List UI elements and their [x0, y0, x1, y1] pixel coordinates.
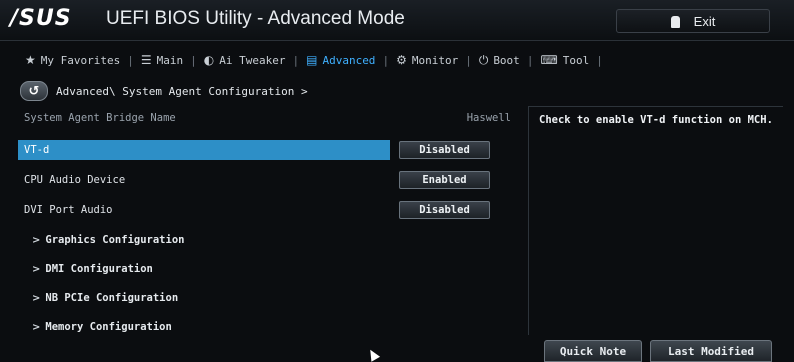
main-nav: ★ My Favorites | ☰ Main | ◐ Ai Tweaker |… — [18, 48, 776, 72]
last-modified-button[interactable]: Last Modified — [650, 340, 772, 362]
advanced-icon: ▤ — [306, 53, 318, 67]
cpu-audio-dropdown[interactable]: Enabled — [399, 171, 490, 189]
submenu-label: NB PCIe Configuration — [45, 292, 179, 304]
tab-my-favorites[interactable]: ★ My Favorites — [18, 53, 127, 67]
help-panel: Check to enable VT-d function on MCH. — [528, 106, 783, 335]
tab-advanced[interactable]: ▤ Advanced — [299, 53, 382, 67]
setting-row-vt-d[interactable]: VT-d Disabled — [18, 140, 523, 160]
submenu-nb-pcie[interactable]: > NB PCIe Configuration — [18, 288, 523, 308]
submenu-label: DMI Configuration — [45, 263, 153, 275]
tab-main[interactable]: ☰ Main — [134, 53, 190, 67]
setting-row-dvi-audio[interactable]: DVI Port Audio Disabled — [18, 200, 523, 220]
tool-icon: ⌨ — [540, 53, 558, 67]
submenu-label: Graphics Configuration — [45, 234, 185, 246]
bridge-name-value: Haswell — [466, 112, 511, 124]
help-text: Check to enable VT-d function on MCH. — [539, 114, 773, 126]
tweaker-icon: ◐ — [203, 53, 215, 67]
bridge-name-label: System Agent Bridge Name — [24, 112, 176, 124]
tab-label: Main — [156, 53, 184, 67]
exit-label: Exit — [693, 13, 716, 29]
vt-d-dropdown[interactable]: Disabled — [399, 141, 490, 159]
submenu-memory[interactable]: > Memory Configuration — [18, 317, 523, 337]
selection-highlight — [18, 140, 390, 160]
tab-label: Tool — [562, 53, 590, 67]
power-plug-icon — [670, 15, 680, 28]
tab-label: Advanced — [322, 53, 376, 67]
submenu-graphics[interactable]: > Graphics Configuration — [18, 230, 523, 250]
nav-divider: | — [465, 53, 472, 67]
exit-button[interactable]: Exit — [616, 9, 770, 33]
nav-divider: | — [526, 53, 534, 67]
star-icon: ★ — [25, 53, 36, 67]
list-icon: ☰ — [140, 53, 152, 67]
submenu-dmi[interactable]: > DMI Configuration — [18, 259, 523, 279]
tab-label: Boot — [493, 53, 520, 67]
monitor-icon: ⚙ — [396, 53, 407, 67]
tab-label: Monitor — [411, 53, 459, 67]
quick-note-button[interactable]: Quick Note — [544, 340, 642, 362]
app-title: UEFI BIOS Utility - Advanced Mode — [106, 8, 405, 29]
power-icon: ⏻ — [478, 52, 489, 67]
back-arrow-icon: ↺ — [28, 83, 40, 99]
footer-buttons: Quick Note Last Modified — [544, 340, 772, 362]
back-button[interactable]: ↺ — [20, 81, 48, 101]
breadcrumb-bar: ↺ Advanced\ System Agent Configuration > — [20, 80, 308, 102]
settings-panel: System Agent Bridge Name Haswell VT-d Di… — [18, 108, 523, 355]
dvi-audio-dropdown[interactable]: Disabled — [399, 201, 490, 219]
tab-label: My Favorites — [40, 53, 121, 67]
nav-divider: | — [190, 53, 197, 67]
tab-ai-tweaker[interactable]: ◐ Ai Tweaker — [197, 53, 293, 67]
nav-divider: | — [292, 53, 300, 67]
setting-label: DVI Port Audio — [24, 204, 113, 216]
asus-logo: /SUS — [10, 6, 72, 31]
setting-row-cpu-audio[interactable]: CPU Audio Device Enabled — [18, 170, 523, 190]
tab-label: Ai Tweaker — [219, 53, 286, 67]
chevron-right-icon: > — [32, 264, 41, 275]
breadcrumb: Advanced\ System Agent Configuration > — [56, 84, 308, 98]
chevron-right-icon: > — [32, 235, 41, 246]
chevron-right-icon: > — [32, 322, 41, 333]
setting-label: CPU Audio Device — [24, 174, 126, 186]
tab-tool[interactable]: ⌨ Tool — [533, 53, 596, 67]
tab-boot[interactable]: ⏻ Boot — [472, 53, 527, 68]
bridge-name-row: System Agent Bridge Name Haswell — [18, 108, 523, 128]
title-bar: /SUS UEFI BIOS Utility - Advanced Mode E… — [0, 0, 794, 41]
submenu-label: Memory Configuration — [45, 321, 172, 333]
nav-divider: | — [382, 53, 390, 67]
nav-divider: | — [127, 53, 134, 67]
nav-divider: | — [596, 53, 603, 67]
setting-label: VT-d — [24, 144, 50, 156]
chevron-right-icon: > — [32, 293, 41, 304]
tab-monitor[interactable]: ⚙ Monitor — [389, 53, 465, 67]
